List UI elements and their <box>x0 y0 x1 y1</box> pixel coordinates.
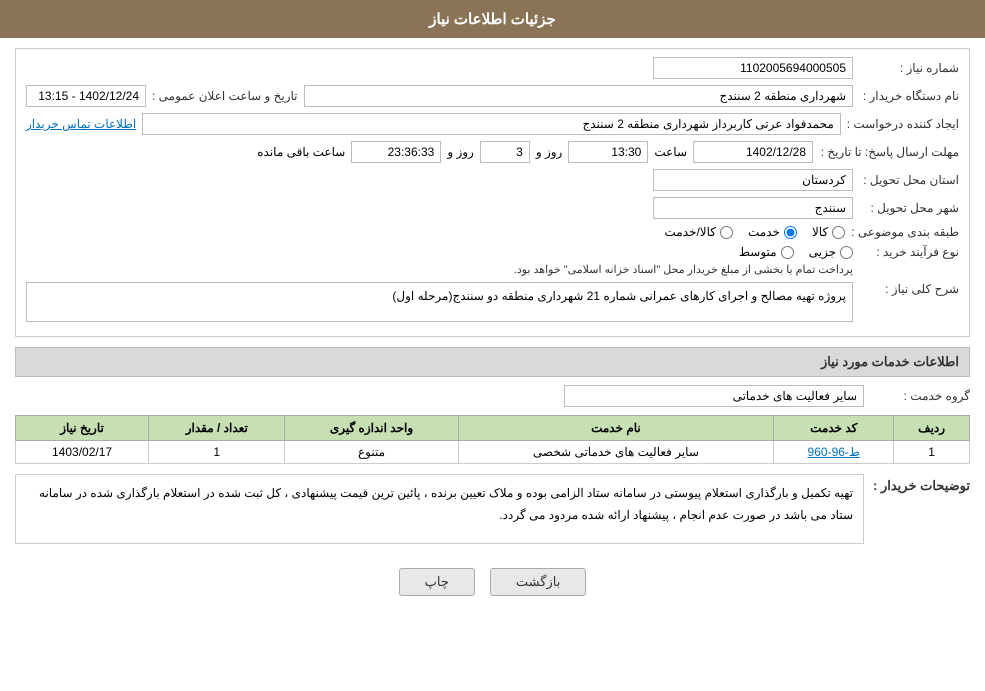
header-title: جزئیات اطلاعات نیاز <box>429 11 556 28</box>
city-label: شهر محل تحویل : <box>859 201 959 215</box>
page-header: جزئیات اطلاعات نیاز <box>0 0 985 38</box>
bottom-buttons: بازگشت چاپ <box>15 558 970 606</box>
col-quantity: تعداد / مقدار <box>149 416 285 441</box>
date-value: 1402/12/24 - 13:15 <box>26 85 146 107</box>
col-date: تاریخ نیاز <box>16 416 149 441</box>
category-option-kala[interactable]: کالا <box>812 225 845 239</box>
deadline-days: 3 <box>480 141 530 163</box>
deadline-time-label: ساعت <box>654 145 687 159</box>
purchase-type-motavasset[interactable]: متوسط <box>739 245 794 259</box>
purchase-type-jozii[interactable]: جزیی <box>809 245 853 259</box>
buyer-org-value: شهرداری منطقه 2 سنندج <box>304 85 853 107</box>
description-label: شرح کلی نیاز : <box>859 282 959 296</box>
purchase-type-note: پرداخت تمام یا بخشی از مبلغ خریدار محل "… <box>514 263 853 276</box>
cell-service-code[interactable]: ط-96-960 <box>774 441 894 464</box>
purchase-type-radio-group: جزیی متوسط <box>514 245 853 259</box>
buyer-notes: تهیه تکمیل و بارگذاری استعلام پیوستی در … <box>15 474 864 544</box>
province-value: کردستان <box>653 169 853 191</box>
col-unit: واحد اندازه گیری <box>285 416 458 441</box>
deadline-time: 13:30 <box>568 141 648 163</box>
buyer-notes-label: توضیحات خریدار : <box>870 474 970 494</box>
category-option-both[interactable]: کالا/خدمت <box>665 225 733 239</box>
service-group-value: سایر فعالیت های خدماتی <box>564 385 864 407</box>
category-label: طبقه بندی موضوعی : <box>851 225 959 239</box>
purchase-type-label: نوع فرآیند خرید : <box>859 245 959 259</box>
city-value: سنندج <box>653 197 853 219</box>
service-group-label: گروه خدمت : <box>870 389 970 403</box>
cell-unit: متنوع <box>285 441 458 464</box>
print-button[interactable]: چاپ <box>399 568 475 596</box>
deadline-label: مهلت ارسال پاسخ: تا تاریخ : <box>819 145 959 159</box>
days-label: روز و <box>536 145 563 159</box>
services-section-title: اطلاعات خدمات مورد نیاز <box>15 347 970 377</box>
category-option-khedmat[interactable]: خدمت <box>748 225 797 239</box>
category-radio-group: کالا خدمت کالا/خدمت <box>665 225 846 239</box>
cell-date-needed: 1403/02/17 <box>16 441 149 464</box>
col-service-code: کد خدمت <box>774 416 894 441</box>
province-label: استان محل تحویل : <box>859 173 959 187</box>
back-button[interactable]: بازگشت <box>490 568 586 596</box>
remaining-label: ساعت باقی مانده <box>257 145 345 159</box>
deadline-remaining: 23:36:33 <box>351 141 441 163</box>
services-table: ردیف کد خدمت نام خدمت واحد اندازه گیری ت… <box>15 415 970 464</box>
remaining-label-pre: روز و <box>447 145 474 159</box>
creator-value: محمدفواد عرتی کاربرداز شهرداری منطقه 2 س… <box>142 113 841 135</box>
cell-service-name: سایر فعالیت های خدماتی شخصی <box>458 441 774 464</box>
col-row-num: ردیف <box>894 416 970 441</box>
buyer-org-label: نام دستگاه خریدار : <box>859 89 959 103</box>
creator-contact-link[interactable]: اطلاعات تماس خریدار <box>26 117 136 131</box>
deadline-date: 1402/12/28 <box>693 141 813 163</box>
reference-number-label: شماره نیاز : <box>859 61 959 75</box>
creator-label: ایجاد کننده درخواست : <box>847 117 959 131</box>
table-row: 1 ط-96-960 سایر فعالیت های خدماتی شخصی م… <box>16 441 970 464</box>
col-service-name: نام خدمت <box>458 416 774 441</box>
cell-quantity: 1 <box>149 441 285 464</box>
reference-number-value: 1102005694000505 <box>653 57 853 79</box>
description-value: پروژه تهیه مصالح و اجرای کارهای عمرانی ش… <box>26 282 853 322</box>
cell-row-num: 1 <box>894 441 970 464</box>
date-label: تاریخ و ساعت اعلان عمومی : <box>152 89 298 103</box>
